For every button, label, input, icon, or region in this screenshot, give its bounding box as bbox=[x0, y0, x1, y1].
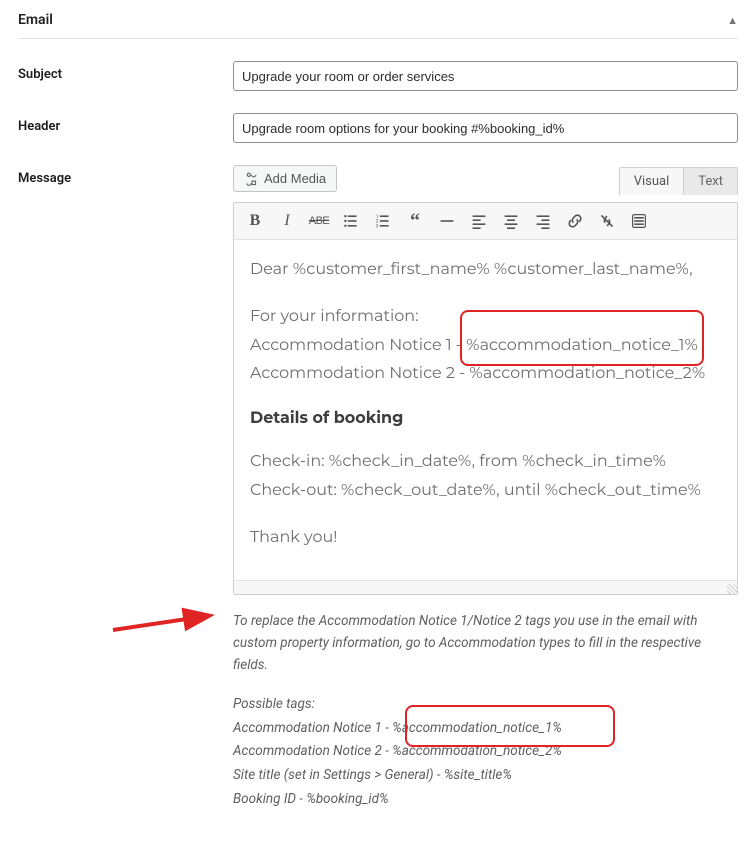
subject-label: Subject bbox=[18, 61, 233, 82]
editor-tabs: Visual Text bbox=[619, 167, 738, 195]
help-text: To replace the Accommodation Notice 1/No… bbox=[233, 611, 738, 810]
toolbar-toggle-button[interactable] bbox=[624, 207, 654, 235]
message-editor[interactable]: Dear %customer_first_name% %customer_las… bbox=[234, 240, 737, 580]
help-tag-4: Booking ID - %booking_id% bbox=[233, 789, 738, 811]
horizontal-rule-button[interactable] bbox=[432, 207, 462, 235]
help-possible-tags-label: Possible tags: bbox=[233, 694, 738, 716]
align-right-button[interactable] bbox=[528, 207, 558, 235]
add-media-label: Add Media bbox=[264, 171, 326, 186]
editor-checkout: Check-out: %check_out_date%, until %chec… bbox=[250, 479, 721, 504]
help-replace-info: To replace the Accommodation Notice 1/No… bbox=[233, 611, 738, 676]
header-label: Header bbox=[18, 113, 233, 134]
editor-toolbar: B I ABE 123 “ bbox=[234, 203, 737, 240]
align-center-button[interactable] bbox=[496, 207, 526, 235]
section-title: Email bbox=[18, 12, 53, 28]
bold-button[interactable]: B bbox=[240, 207, 270, 235]
row-header: Header bbox=[18, 113, 738, 143]
row-message: Message Add Media Visual Text B I bbox=[18, 165, 738, 812]
editor-greeting: Dear %customer_first_name% %customer_las… bbox=[250, 258, 721, 283]
help-tag-3: Site title (set in Settings > General) -… bbox=[233, 765, 738, 787]
editor-fyi: For your information: bbox=[250, 305, 721, 330]
editor-thanks: Thank you! bbox=[250, 526, 721, 551]
editor-checkin: Check-in: %check_in_date%, from %check_i… bbox=[250, 450, 721, 475]
unlink-button[interactable] bbox=[592, 207, 622, 235]
svg-text:3: 3 bbox=[376, 223, 379, 229]
media-icon bbox=[244, 172, 258, 186]
tab-text[interactable]: Text bbox=[683, 168, 737, 195]
help-tag-2: Accommodation Notice 2 - %accommodation_… bbox=[233, 741, 738, 763]
strikethrough-button[interactable]: ABE bbox=[304, 207, 334, 235]
annotation-arrow-icon bbox=[107, 605, 227, 665]
collapse-caret-icon: ▲ bbox=[727, 14, 738, 27]
message-label: Message bbox=[18, 165, 233, 186]
add-media-button[interactable]: Add Media bbox=[233, 165, 337, 192]
header-input[interactable] bbox=[233, 113, 738, 143]
link-button[interactable] bbox=[560, 207, 590, 235]
editor-notice-2: Accommodation Notice 2 - %accommodation_… bbox=[250, 362, 721, 387]
bullet-list-button[interactable] bbox=[336, 207, 366, 235]
subject-input[interactable] bbox=[233, 61, 738, 91]
editor-notice-1: Accommodation Notice 1 - %accommodation_… bbox=[250, 334, 721, 359]
section-header[interactable]: Email ▲ bbox=[18, 8, 738, 39]
help-tag-1: Accommodation Notice 1 - %accommodation_… bbox=[233, 718, 738, 740]
editor-details-heading: Details of booking bbox=[250, 407, 721, 432]
blockquote-button[interactable]: “ bbox=[400, 207, 430, 235]
align-left-button[interactable] bbox=[464, 207, 494, 235]
ordered-list-button[interactable]: 123 bbox=[368, 207, 398, 235]
editor-resize-handle[interactable] bbox=[234, 580, 737, 594]
tab-visual[interactable]: Visual bbox=[620, 168, 684, 195]
italic-button[interactable]: I bbox=[272, 207, 302, 235]
editor-box: B I ABE 123 “ bbox=[233, 202, 738, 595]
row-subject: Subject bbox=[18, 61, 738, 91]
